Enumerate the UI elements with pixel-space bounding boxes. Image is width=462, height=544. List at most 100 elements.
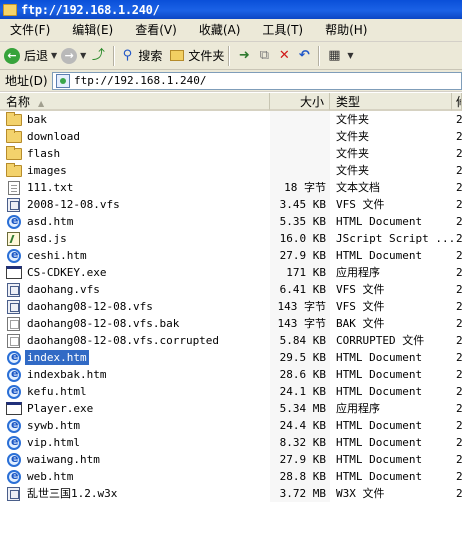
search-button[interactable]: ⚲ 搜索: [119, 44, 163, 68]
up-folder-icon[interactable]: ⤴: [90, 48, 106, 64]
file-name[interactable]: indexbak.htm: [25, 367, 108, 382]
column-header-size[interactable]: 大小: [270, 93, 330, 111]
file-row[interactable]: indexbak.htm 28.6 KB HTML Document 2: [0, 366, 462, 383]
file-row[interactable]: sywb.htm 24.4 KB HTML Document 2: [0, 417, 462, 434]
file-name-cell[interactable]: vip.html: [0, 434, 270, 451]
file-name[interactable]: 乱世三国1.2.w3x: [25, 486, 119, 501]
file-name[interactable]: daohang08-12-08.vfs.corrupted: [25, 333, 221, 348]
file-name[interactable]: ceshi.htm: [25, 248, 89, 263]
file-name-cell[interactable]: daohang08-12-08.vfs: [0, 298, 270, 315]
file-list[interactable]: bak 文件夹 2 download 文件夹 2 flash 文件夹 2 images 文件夹 2 11…: [0, 111, 462, 544]
file-name[interactable]: kefu.html: [25, 384, 89, 399]
file-row[interactable]: kefu.html 24.1 KB HTML Document 2: [0, 383, 462, 400]
file-name-cell[interactable]: daohang08-12-08.vfs.bak: [0, 315, 270, 332]
menu-help[interactable]: 帮助(H): [315, 19, 373, 42]
file-name[interactable]: CS-CDKEY.exe: [25, 265, 108, 280]
file-name-cell[interactable]: 2008-12-08.vfs: [0, 196, 270, 213]
file-name[interactable]: daohang08-12-08.vfs: [25, 299, 155, 314]
menu-favorites[interactable]: 收藏(A): [189, 19, 247, 42]
file-name[interactable]: 111.txt: [25, 180, 75, 195]
file-row[interactable]: asd.htm 5.35 KB HTML Document 2: [0, 213, 462, 230]
file-row[interactable]: flash 文件夹 2: [0, 145, 462, 162]
file-name-cell[interactable]: web.htm: [0, 468, 270, 485]
file-name[interactable]: Player.exe: [25, 401, 95, 416]
file-row[interactable]: 111.txt 18 字节 文本文档 2: [0, 179, 462, 196]
address-input[interactable]: ftp://192.168.1.240/: [52, 71, 462, 90]
menu-view[interactable]: 查看(V): [125, 19, 183, 42]
html-file-icon: [7, 418, 21, 433]
file-name-cell[interactable]: Player.exe: [0, 400, 270, 417]
file-name[interactable]: flash: [25, 146, 62, 161]
file-name-cell[interactable]: indexbak.htm: [0, 366, 270, 383]
file-name-cell[interactable]: daohang08-12-08.vfs.corrupted: [0, 332, 270, 349]
file-row[interactable]: index.htm 29.5 KB HTML Document 2: [0, 349, 462, 366]
address-value[interactable]: ftp://192.168.1.240/: [74, 74, 206, 87]
file-name-cell[interactable]: bak: [0, 111, 270, 128]
undo-icon[interactable]: ↶: [296, 48, 312, 64]
file-name[interactable]: waiwang.htm: [25, 452, 102, 467]
file-row[interactable]: Player.exe 5.34 MB 应用程序 2: [0, 400, 462, 417]
back-dropdown-icon[interactable]: ▼: [51, 51, 57, 60]
views-dropdown-icon[interactable]: ▼: [347, 51, 353, 60]
file-name-cell[interactable]: images: [0, 162, 270, 179]
file-row[interactable]: web.htm 28.8 KB HTML Document 2: [0, 468, 462, 485]
move-to-icon[interactable]: ➜: [236, 48, 252, 64]
file-row[interactable]: 2008-12-08.vfs 3.45 KB VFS 文件 2: [0, 196, 462, 213]
file-name-cell[interactable]: waiwang.htm: [0, 451, 270, 468]
file-name-cell[interactable]: sywb.htm: [0, 417, 270, 434]
forward-button[interactable]: →: [61, 44, 78, 68]
file-row[interactable]: asd.js 16.0 KB JScript Script ... 2: [0, 230, 462, 247]
file-modified: 2: [456, 317, 462, 330]
file-row[interactable]: 乱世三国1.2.w3x 3.72 MB W3X 文件 2: [0, 485, 462, 502]
file-name[interactable]: index.htm: [24, 349, 90, 366]
file-row[interactable]: ceshi.htm 27.9 KB HTML Document 2: [0, 247, 462, 264]
column-header-name[interactable]: 名称 ▲: [0, 93, 270, 111]
menu-tools[interactable]: 工具(T): [252, 19, 309, 42]
file-name-cell[interactable]: 111.txt: [0, 179, 270, 196]
file-name-cell[interactable]: 乱世三国1.2.w3x: [0, 485, 270, 502]
file-name-cell[interactable]: asd.htm: [0, 213, 270, 230]
file-size: 29.5 KB: [270, 349, 330, 366]
file-name[interactable]: asd.js: [25, 231, 69, 246]
file-row[interactable]: waiwang.htm 27.9 KB HTML Document 2: [0, 451, 462, 468]
file-name[interactable]: web.htm: [25, 469, 75, 484]
file-name-cell[interactable]: asd.js: [0, 230, 270, 247]
file-row[interactable]: daohang08-12-08.vfs 143 字节 VFS 文件 2: [0, 298, 462, 315]
file-row[interactable]: daohang08-12-08.vfs.bak 143 字节 BAK 文件 2: [0, 315, 462, 332]
file-row[interactable]: images 文件夹 2: [0, 162, 462, 179]
file-name[interactable]: download: [25, 129, 82, 144]
file-name-cell[interactable]: flash: [0, 145, 270, 162]
file-name[interactable]: daohang08-12-08.vfs.bak: [25, 316, 181, 331]
file-name[interactable]: sywb.htm: [25, 418, 82, 433]
file-name-cell[interactable]: daohang.vfs: [0, 281, 270, 298]
file-name[interactable]: vip.html: [25, 435, 82, 450]
file-row[interactable]: CS-CDKEY.exe 171 KB 应用程序 2: [0, 264, 462, 281]
column-header-type[interactable]: 类型: [330, 93, 452, 111]
back-button[interactable]: ← 后退: [4, 44, 48, 68]
file-row[interactable]: daohang.vfs 6.41 KB VFS 文件 2: [0, 281, 462, 298]
file-name-cell[interactable]: index.htm: [0, 349, 270, 366]
file-row[interactable]: vip.html 8.32 KB HTML Document 2: [0, 434, 462, 451]
file-row[interactable]: bak 文件夹 2: [0, 111, 462, 128]
file-name[interactable]: asd.htm: [25, 214, 75, 229]
forward-dropdown-icon[interactable]: ▼: [80, 51, 86, 60]
file-type: HTML Document: [336, 351, 423, 364]
file-row[interactable]: download 文件夹 2: [0, 128, 462, 145]
file-size: 27.9 KB: [270, 247, 330, 264]
file-name-cell[interactable]: ceshi.htm: [0, 247, 270, 264]
delete-icon[interactable]: ✕: [276, 48, 292, 64]
file-name[interactable]: daohang.vfs: [25, 282, 102, 297]
file-name-cell[interactable]: kefu.html: [0, 383, 270, 400]
menu-file[interactable]: 文件(F): [0, 19, 56, 42]
column-header-modified[interactable]: 修: [452, 93, 462, 111]
menu-edit[interactable]: 编辑(E): [62, 19, 119, 42]
file-row[interactable]: daohang08-12-08.vfs.corrupted 5.84 KB CORR…: [0, 332, 462, 349]
file-name[interactable]: 2008-12-08.vfs: [25, 197, 122, 212]
folders-button[interactable]: 文件夹: [170, 44, 224, 68]
copy-to-icon[interactable]: ⧉: [256, 48, 272, 64]
file-name[interactable]: bak: [25, 112, 49, 127]
file-name[interactable]: images: [25, 163, 69, 178]
file-name-cell[interactable]: download: [0, 128, 270, 145]
file-name-cell[interactable]: CS-CDKEY.exe: [0, 264, 270, 281]
views-icon[interactable]: ▦: [326, 48, 342, 64]
